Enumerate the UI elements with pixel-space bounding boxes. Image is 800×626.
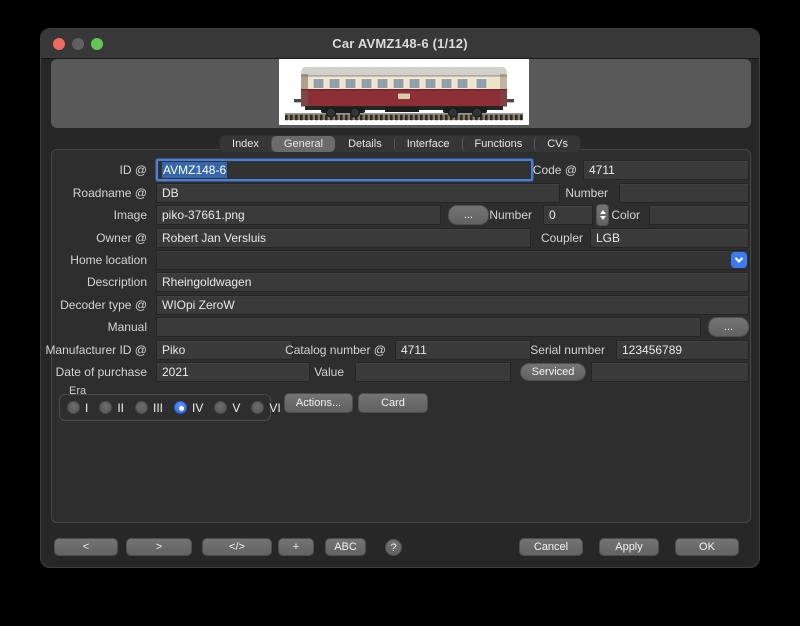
radio-icon[interactable] (99, 401, 112, 414)
next-button[interactable]: > (126, 538, 192, 556)
id-selected-text: AVMZ148-6 (162, 162, 227, 178)
home-location-dropdown-button[interactable] (731, 252, 747, 268)
home-location-combo[interactable] (156, 250, 749, 270)
stepper-up-icon[interactable] (600, 210, 606, 214)
value-label: Value (314, 365, 344, 379)
description-label: Description (87, 275, 147, 289)
owner-input[interactable] (156, 228, 531, 248)
tab-functions[interactable]: Functions (462, 136, 535, 152)
tab-index[interactable]: Index (220, 136, 271, 152)
xml-button[interactable]: </> (202, 538, 272, 556)
era-radio-5[interactable]: V (214, 401, 240, 415)
actions-button[interactable]: Actions... (284, 393, 353, 413)
era-radio-2[interactable]: II (99, 401, 124, 415)
decoder-type-input[interactable] (156, 295, 749, 315)
color-label: Color (611, 208, 640, 222)
owner-label: Owner @ (96, 231, 147, 245)
image-number-stepper[interactable] (596, 204, 609, 226)
decoder-type-label: Decoder type @ (60, 298, 147, 312)
radio-icon[interactable] (67, 401, 80, 414)
date-of-purchase-label: Date of purchase (56, 365, 147, 379)
manual-input[interactable] (156, 317, 701, 337)
serviced-button[interactable]: Serviced (520, 363, 586, 381)
image-filename-input[interactable] (156, 205, 441, 225)
value-input[interactable] (355, 362, 511, 382)
coupler-input[interactable] (590, 228, 749, 248)
era-radio-3[interactable]: III (135, 401, 163, 415)
color-input[interactable] (649, 205, 749, 225)
serial-number-input[interactable] (616, 340, 749, 360)
manufacturer-id-label: Manufacturer ID @ (45, 343, 147, 357)
home-location-label: Home location (70, 253, 147, 267)
id-label: ID @ (119, 163, 147, 177)
id-input[interactable]: AVMZ148-6 (156, 159, 533, 181)
era-group: I II III IV V VI (59, 394, 271, 421)
radio-icon[interactable] (214, 401, 227, 414)
radio-icon[interactable] (251, 401, 264, 414)
image-browse-button[interactable]: ... (448, 205, 489, 225)
card-button[interactable]: Card (358, 393, 428, 413)
tab-interface[interactable]: Interface (394, 136, 462, 152)
radio-icon[interactable] (174, 401, 187, 414)
tab-general[interactable]: General (271, 136, 335, 152)
apply-button[interactable]: Apply (599, 538, 659, 556)
radio-icon[interactable] (135, 401, 148, 414)
code-label: Code @ (533, 163, 577, 177)
date-of-purchase-input[interactable] (156, 362, 310, 382)
serial-number-label: Serial number (530, 343, 605, 357)
number-label: Number (565, 186, 608, 200)
window-title: Car AVMZ148-6 (1/12) (41, 36, 759, 51)
era-radio-4[interactable]: IV (174, 401, 203, 415)
coupler-label: Coupler (541, 231, 583, 245)
roadname-label: Roadname @ (73, 186, 147, 200)
manual-browse-button[interactable]: ... (708, 317, 749, 337)
catalog-number-input[interactable] (395, 340, 531, 360)
serviced-date-input[interactable] (591, 362, 749, 382)
title-bar[interactable]: Car AVMZ148-6 (1/12) (41, 29, 759, 59)
tab-bar: Index General Details Interface Function… (219, 135, 581, 153)
cancel-button[interactable]: Cancel (519, 538, 583, 556)
description-input[interactable] (156, 272, 749, 292)
ok-button[interactable]: OK (675, 538, 739, 556)
manual-label: Manual (108, 320, 147, 334)
manufacturer-id-input[interactable] (156, 340, 293, 360)
car-image (279, 59, 529, 125)
car-properties-window: Car AVMZ148-6 (1/12) (40, 28, 760, 568)
previous-button[interactable]: < (54, 538, 118, 556)
stepper-down-icon[interactable] (600, 216, 606, 220)
code-input[interactable] (583, 160, 749, 180)
catalog-number-label: Catalog number @ (285, 343, 386, 357)
chevron-down-icon (735, 254, 743, 262)
add-button[interactable]: + (278, 538, 314, 556)
roadname-input[interactable] (156, 183, 560, 203)
tab-details[interactable]: Details (335, 136, 394, 152)
era-radio-1[interactable]: I (67, 401, 88, 415)
image-preview-panel (51, 59, 751, 128)
tab-cvs[interactable]: CVs (534, 136, 580, 152)
image-label: Image (114, 208, 147, 222)
image-number-label: Number (489, 208, 532, 222)
era-radio-6[interactable]: VI (251, 401, 280, 415)
abc-button[interactable]: ABC (325, 538, 366, 556)
number-input[interactable] (619, 183, 749, 203)
image-number-input[interactable] (543, 205, 593, 225)
help-button[interactable]: ? (385, 539, 402, 556)
